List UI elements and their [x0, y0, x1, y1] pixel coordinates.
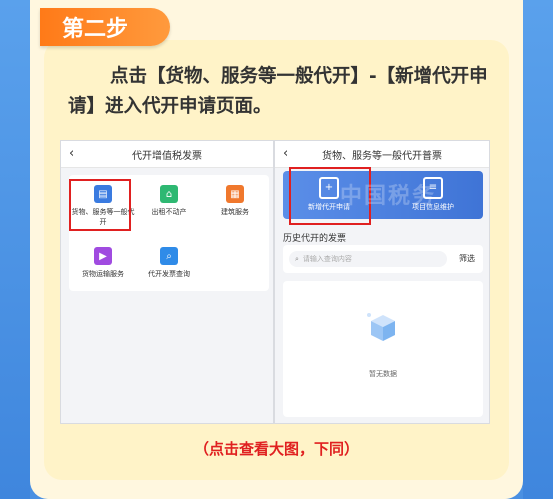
service-rent-property[interactable]: ⌂ 出租不动产	[137, 185, 201, 217]
service-freight[interactable]: ▶ 货物运输服务	[71, 247, 135, 279]
right-border	[523, 0, 553, 499]
search-doc-icon: ⌕	[160, 247, 178, 265]
search-row: ⌕ 请输入查询内容 筛选	[283, 245, 483, 273]
left-title-bar: ‹ 代开增值税发票	[61, 141, 273, 168]
back-arrow-icon[interactable]: ‹	[69, 146, 74, 161]
search-input[interactable]: ⌕ 请输入查询内容	[289, 251, 447, 267]
house-icon: ⌂	[160, 185, 178, 203]
watermark: 中国税务	[340, 184, 437, 209]
filter-button[interactable]: 筛选	[459, 253, 475, 264]
instruction-text: 点击【货物、服务等一般代开】-【新增代开申请】进入代开申请页面。	[68, 66, 488, 117]
empty-box-icon	[367, 313, 395, 341]
right-title-bar: ‹ 货物、服务等一般代开普票	[275, 141, 489, 168]
truck-icon: ▶	[94, 247, 112, 265]
back-arrow-icon[interactable]: ‹	[283, 146, 288, 161]
history-title: 历史代开的发票	[283, 234, 347, 244]
left-border	[0, 0, 30, 499]
building-icon: ▦	[226, 185, 244, 203]
highlight-box-general	[69, 179, 131, 231]
note-text: （点击查看大图，下同）	[193, 440, 359, 458]
service-grid: ▤ 货物、服务等一般代开 ⌂ 出租不动产 ▦ 建筑服务 ▶ 货物运输服务 ⌕ 代…	[69, 175, 269, 291]
right-page-title: 货物、服务等一般代开普票	[322, 150, 442, 162]
service-invoice-query[interactable]: ⌕ 代开发票查询	[137, 247, 201, 279]
left-page-title: 代开增值税发票	[132, 150, 202, 162]
search-icon: ⌕	[295, 255, 299, 263]
empty-state: 暂无数据	[283, 281, 483, 417]
step-label: 第二步	[40, 8, 170, 46]
service-construction[interactable]: ▦ 建筑服务	[203, 185, 267, 217]
empty-text: 暂无数据	[369, 370, 397, 378]
left-screenshot: ‹ 代开增值税发票 ▤ 货物、服务等一般代开 ⌂ 出租不动产 ▦ 建筑服务 ▶ …	[60, 140, 274, 424]
